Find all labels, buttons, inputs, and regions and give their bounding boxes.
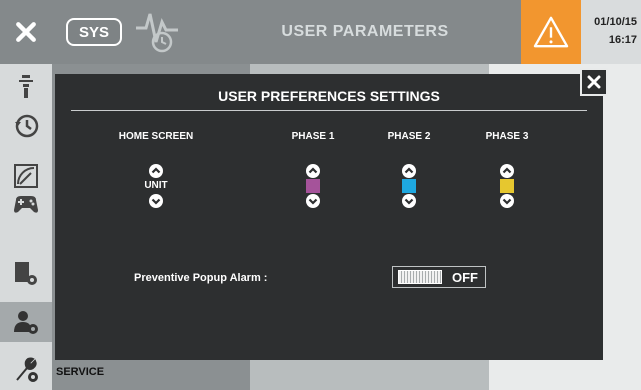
phase1-up-button[interactable] [306,164,320,178]
phase3-up-button[interactable] [500,164,514,178]
sidebar-item-doc-settings[interactable] [0,254,52,294]
home-screen-value: UNIT [144,180,168,191]
user-settings-icon [14,311,38,334]
preventive-popup-label: Preventive Popup Alarm : [134,272,268,284]
time-text: 16:17 [608,34,637,46]
warning-button[interactable] [521,0,581,64]
phase1-header: PHASE 1 [291,131,335,142]
system-button[interactable]: SYS [66,18,122,46]
sidebar-item-user-settings[interactable] [0,302,52,342]
close-icon [16,22,36,42]
doc-settings-icon [15,262,37,285]
close-button[interactable] [0,0,52,64]
warning-icon [533,16,569,48]
phase3-header: PHASE 3 [485,131,529,142]
home-screen-up-button[interactable] [149,164,163,178]
close-icon [587,75,601,89]
page-title: USER PARAMETERS [281,23,449,40]
phase2-stepper [389,164,429,208]
chevron-down-icon [500,194,514,208]
chevron-down-icon [149,194,163,208]
phase3-stepper [487,164,527,208]
phase1-down-button[interactable] [306,194,320,208]
home-screen-down-button[interactable] [149,194,163,208]
chevron-up-icon [402,164,416,178]
title-divider [71,110,587,111]
chevron-up-icon [306,164,320,178]
chevron-down-icon [402,194,416,208]
toggle-thumb[interactable] [398,270,442,284]
wrench-gear-icon [16,357,38,382]
phase1-color-swatch [306,179,320,193]
preferences-dialog: USER PREFERENCES SETTINGS [55,74,603,360]
phase2-color-swatch [402,179,416,193]
sidebar-item-history[interactable] [0,106,52,146]
gamepad-icon [14,196,38,213]
toggle-state-text: OFF [452,269,478,285]
phase3-color-swatch [500,179,514,193]
dialog-title: USER PREFERENCES SETTINGS [218,88,440,104]
phase2-up-button[interactable] [402,164,416,178]
service-label: SERVICE [56,366,105,378]
sidebar-item-service[interactable] [0,350,52,390]
sidebar-item-probe[interactable] [0,66,52,106]
preventive-popup-toggle[interactable]: OFF [392,266,486,288]
chevron-down-icon [306,194,320,208]
home-screen-header: HOME SCREEN [118,131,194,142]
chevron-up-icon [149,164,163,178]
home-screen-stepper: UNIT [136,164,176,208]
history-icon [15,114,39,138]
phase3-down-button[interactable] [500,194,514,208]
dialog-close-button[interactable] [580,68,608,96]
chevron-up-icon [500,164,514,178]
probe-icon [19,75,33,98]
signal-clock-icon [134,8,196,58]
phase2-header: PHASE 2 [387,131,431,142]
phase1-stepper [293,164,333,208]
date-time-display: 01/10/15 16:17 [581,0,641,64]
sidebar-item-gamepad[interactable] [0,184,52,224]
date-text: 01/10/15 [594,16,637,28]
phase2-down-button[interactable] [402,194,416,208]
